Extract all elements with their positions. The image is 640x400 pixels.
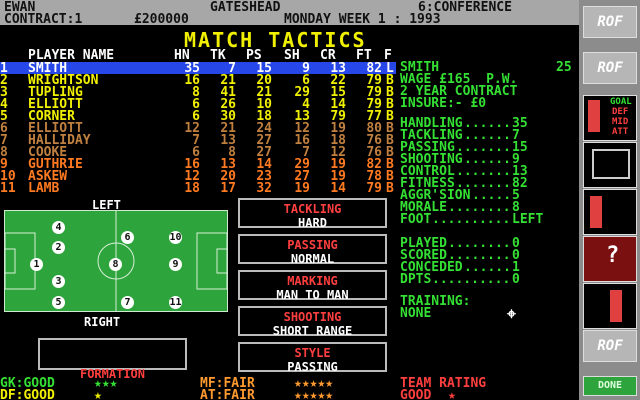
page-title: MATCH TACTICS <box>184 28 367 52</box>
pitch-player-marker[interactable]: 2 <box>52 241 65 254</box>
pitch-player-marker[interactable]: 6 <box>121 231 134 244</box>
crosshair-cursor-icon: ⌖ <box>507 304 517 323</box>
position-select-icon[interactable]: GOAL DEF MID ATT <box>583 95 637 141</box>
pitch-player-marker[interactable]: 9 <box>169 258 182 271</box>
att-label: ATT <box>612 127 629 137</box>
tactic-value: NORMAL <box>290 252 335 266</box>
pitch-player-marker[interactable]: 3 <box>52 275 65 288</box>
at-stars-icon: ★★★★★ <box>294 388 334 400</box>
date-label: MONDAY WEEK 1 : 1993 <box>284 12 441 27</box>
player-info-icon[interactable] <box>583 189 637 235</box>
tactic-value: HARD <box>298 216 327 230</box>
player-num: 11 <box>0 181 16 196</box>
def-label: DEF <box>612 107 629 117</box>
transfer-icon[interactable]: ? <box>583 236 637 282</box>
player-cr: 14 <box>330 181 346 196</box>
player-figure-icon <box>610 290 622 322</box>
team-rating-value: GOOD <box>400 388 432 400</box>
pitch-player-marker[interactable]: 8 <box>109 258 122 271</box>
player-ft: 79 <box>366 181 382 196</box>
formation-button[interactable]: FORMATION 4-3-3 <box>38 338 187 380</box>
col-tk: TK <box>210 48 226 63</box>
club-name: GATESHEAD <box>210 0 281 15</box>
tactic-button-passing[interactable]: PASSING NORMAL <box>238 234 387 266</box>
tactic-label: MARKING <box>287 274 338 288</box>
df-stars-icon: ★ <box>94 388 102 400</box>
dot-leader: .......... <box>432 272 511 287</box>
pitch-player-marker[interactable]: 5 <box>52 296 65 309</box>
col-sh: SH <box>284 48 300 63</box>
mid-label: MID <box>612 117 629 127</box>
pitch-player-marker[interactable]: 4 <box>52 221 65 234</box>
chalkboard-icon <box>592 149 630 179</box>
question-mark-icon: ? <box>606 243 620 268</box>
player-ps: 32 <box>256 181 272 196</box>
pitch-player-marker[interactable]: 1 <box>30 258 43 271</box>
pitch-player-marker[interactable]: 10 <box>169 231 182 244</box>
player-figure-icon <box>590 196 602 228</box>
contract-label: CONTRACT:1 <box>4 12 83 27</box>
tactic-label: PASSING <box>287 238 338 252</box>
squad-row[interactable]: 11 LAMB 18 17 32 19 14 79 B <box>0 181 396 196</box>
tactic-label: SHOOTING <box>283 310 342 324</box>
player-hn: 18 <box>184 181 200 196</box>
tactic-button-tackling[interactable]: TACKLING HARD <box>238 198 387 230</box>
tactic-label: TACKLING <box>283 202 342 216</box>
player-sh: 19 <box>294 181 310 196</box>
done-button[interactable]: DONE <box>583 376 637 396</box>
player-f: B <box>386 181 394 196</box>
formation-pitch[interactable]: 1 2 3 4 5 6 7 8 9 10 11 <box>4 210 228 312</box>
rof-logo-top: ROF <box>583 6 637 38</box>
tactic-label: STYLE <box>294 346 331 360</box>
rof-logo-2: ROF <box>583 52 637 84</box>
training-icon[interactable] <box>583 283 637 329</box>
stat-value: LEFT <box>512 212 544 227</box>
sidebar: ROF ROF GOAL DEF MID ATT ? ROF DONE <box>579 0 640 400</box>
tactic-value: SHORT RANGE <box>272 324 353 338</box>
tactic-value: MAN TO MAN <box>276 288 349 302</box>
player-name: LAMB <box>28 181 60 196</box>
pitch-player-marker[interactable]: 7 <box>121 296 134 309</box>
detail-insure: INSURE:- £0 <box>400 96 487 111</box>
pitch-right-label: RIGHT <box>84 315 121 329</box>
goal-label: GOAL <box>610 97 632 107</box>
player-tk: 17 <box>220 181 236 196</box>
tactic-button-shooting[interactable]: SHOOTING SHORT RANGE <box>238 306 387 338</box>
at-rating: AT:FAIR <box>200 388 255 400</box>
stat-value: 0 <box>512 272 520 287</box>
player-figure-icon <box>588 100 600 132</box>
dot-leader: .......... <box>432 212 511 227</box>
team-stars-icon: ★ <box>448 388 456 400</box>
training-value[interactable]: NONE <box>400 307 431 320</box>
rof-logo-3: ROF <box>583 330 637 362</box>
tactic-button-style[interactable]: STYLE PASSING <box>238 342 387 374</box>
money-label: £200000 <box>134 12 189 27</box>
game-screen: EWAN GATESHEAD 6:CONFERENCE CONTRACT:1 £… <box>0 0 640 400</box>
stat-key: FOOT <box>400 212 432 227</box>
detail-age: 25 <box>556 60 572 75</box>
pitch-player-marker[interactable]: 11 <box>169 296 182 309</box>
tactic-value: PASSING <box>287 360 338 374</box>
tactic-button-marking[interactable]: MARKING MAN TO MAN <box>238 270 387 302</box>
tactics-board-icon[interactable] <box>583 142 637 188</box>
stat-key: DPTS <box>400 272 432 287</box>
df-rating: DF:GOOD <box>0 388 55 400</box>
